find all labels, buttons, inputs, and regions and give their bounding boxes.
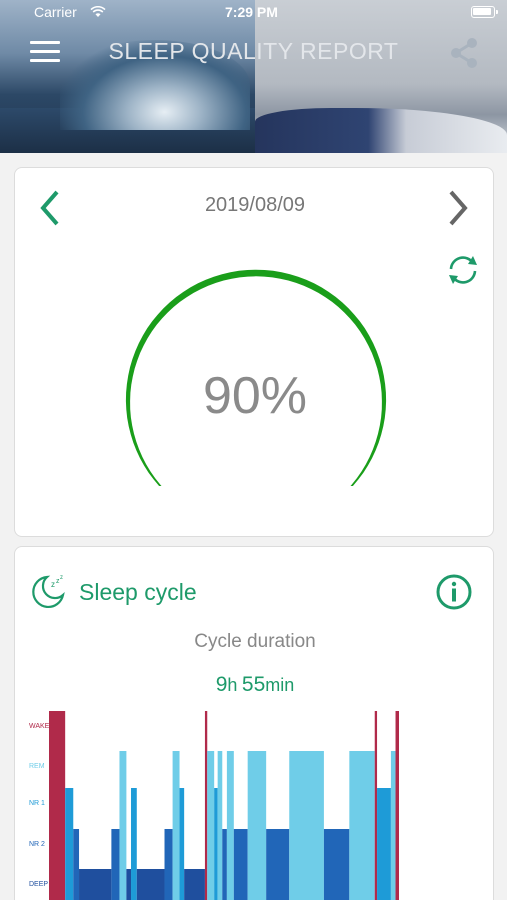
stage-bar-4: [111, 829, 120, 900]
stage-bar-9: [164, 829, 173, 900]
stage-bar-26: [377, 788, 391, 900]
share-icon[interactable]: [447, 36, 481, 70]
stage-bar-11: [179, 788, 185, 900]
stage-bar-3: [79, 869, 112, 900]
stage-bar-15: [214, 788, 218, 900]
stage-bar-8: [136, 869, 165, 900]
duration-minutes: 55: [241, 673, 266, 696]
stage-bar-1: [65, 788, 74, 900]
duration-hours: 9: [215, 673, 228, 696]
stage-bar-25: [374, 711, 378, 900]
stage-bar-20: [247, 751, 267, 900]
sleep-score-value: 90%: [202, 367, 308, 425]
duration-hours-unit: h: [227, 675, 238, 695]
sleep-score-card: 2019/08/09 90%: [14, 167, 494, 537]
stage-bar-7: [131, 788, 137, 900]
stage-label-rem: REM: [29, 763, 45, 770]
stage-bar-2: [73, 829, 80, 900]
stage-bar-5: [119, 751, 127, 900]
stage-label-wake: WAKE: [29, 723, 50, 730]
stage-bar-21: [266, 829, 290, 900]
info-icon[interactable]: [435, 573, 473, 611]
header-banner: Carrier 7:29 PM SLEEP QUALITY REPORT: [0, 0, 507, 153]
cycle-duration-label: Cycle duration: [194, 631, 316, 652]
wifi-icon: [90, 6, 106, 17]
refresh-icon[interactable]: [445, 252, 481, 288]
report-date: 2019/08/09: [204, 194, 306, 216]
duration-minutes-unit: min: [265, 675, 295, 695]
svg-text:z: z: [60, 575, 63, 581]
stage-bar-22: [289, 751, 324, 900]
stage-bar-12: [184, 869, 205, 900]
stage-bar-24: [349, 751, 375, 900]
svg-text:z: z: [51, 580, 55, 589]
stage-label-nr-2: NR 2: [29, 841, 45, 848]
sleep-cycle-card: z z z Sleep cycle Cycle duration 9h 55mi…: [14, 546, 494, 900]
stage-bar-27: [390, 751, 396, 900]
sleep-cycle-title: Sleep cycle: [79, 579, 197, 605]
stage-bar-10: [172, 751, 180, 900]
battery-icon: [471, 6, 498, 18]
carrier-label: Carrier: [34, 4, 77, 20]
stage-bar-17: [222, 829, 227, 900]
stage-bar-0: [49, 711, 66, 900]
stage-bar-23: [323, 829, 350, 900]
sleep-stage-chart: WAKE REM NR 1 NR 2 DEEP: [29, 711, 399, 900]
stage-bar-13: [204, 711, 208, 900]
stage-label-deep: DEEP: [29, 881, 48, 888]
page-title: SLEEP QUALITY REPORT: [108, 38, 399, 64]
stage-bar-28: [395, 711, 399, 900]
status-bar: Carrier 7:29 PM: [0, 4, 507, 24]
moon-sleep-icon: z z z: [32, 575, 65, 608]
cycle-duration-value: 9h 55min: [15, 673, 495, 697]
stage-bar-6: [126, 869, 132, 900]
stage-bar-16: [217, 751, 223, 900]
chevron-right-icon[interactable]: [443, 188, 473, 228]
stage-bar-19: [233, 829, 248, 900]
stage-bar-14: [207, 751, 215, 900]
stage-bar-18: [226, 751, 234, 900]
stage-label-nr-1: NR 1: [29, 800, 45, 807]
status-time: 7:29 PM: [225, 4, 278, 20]
